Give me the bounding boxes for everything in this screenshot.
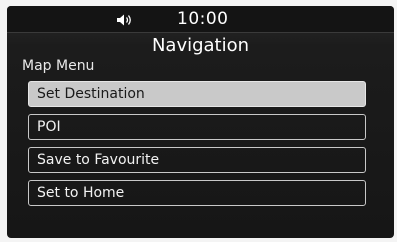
navigation-screen: 10:00 Navigation Map Menu Set Destinatio… xyxy=(7,6,394,238)
page-title: Navigation xyxy=(151,35,250,56)
clock: 10:00 xyxy=(177,9,229,29)
status-bar: 10:00 xyxy=(7,6,394,33)
menu-item-poi[interactable]: POI xyxy=(28,114,366,140)
menu-item-save-to-favourite[interactable]: Save to Favourite xyxy=(28,147,366,173)
menu-item-set-to-home[interactable]: Set to Home xyxy=(28,180,366,206)
speaker-volume-icon xyxy=(116,12,134,26)
menu-item-set-destination[interactable]: Set Destination xyxy=(28,81,366,107)
map-menu-label: Map Menu xyxy=(22,58,95,74)
